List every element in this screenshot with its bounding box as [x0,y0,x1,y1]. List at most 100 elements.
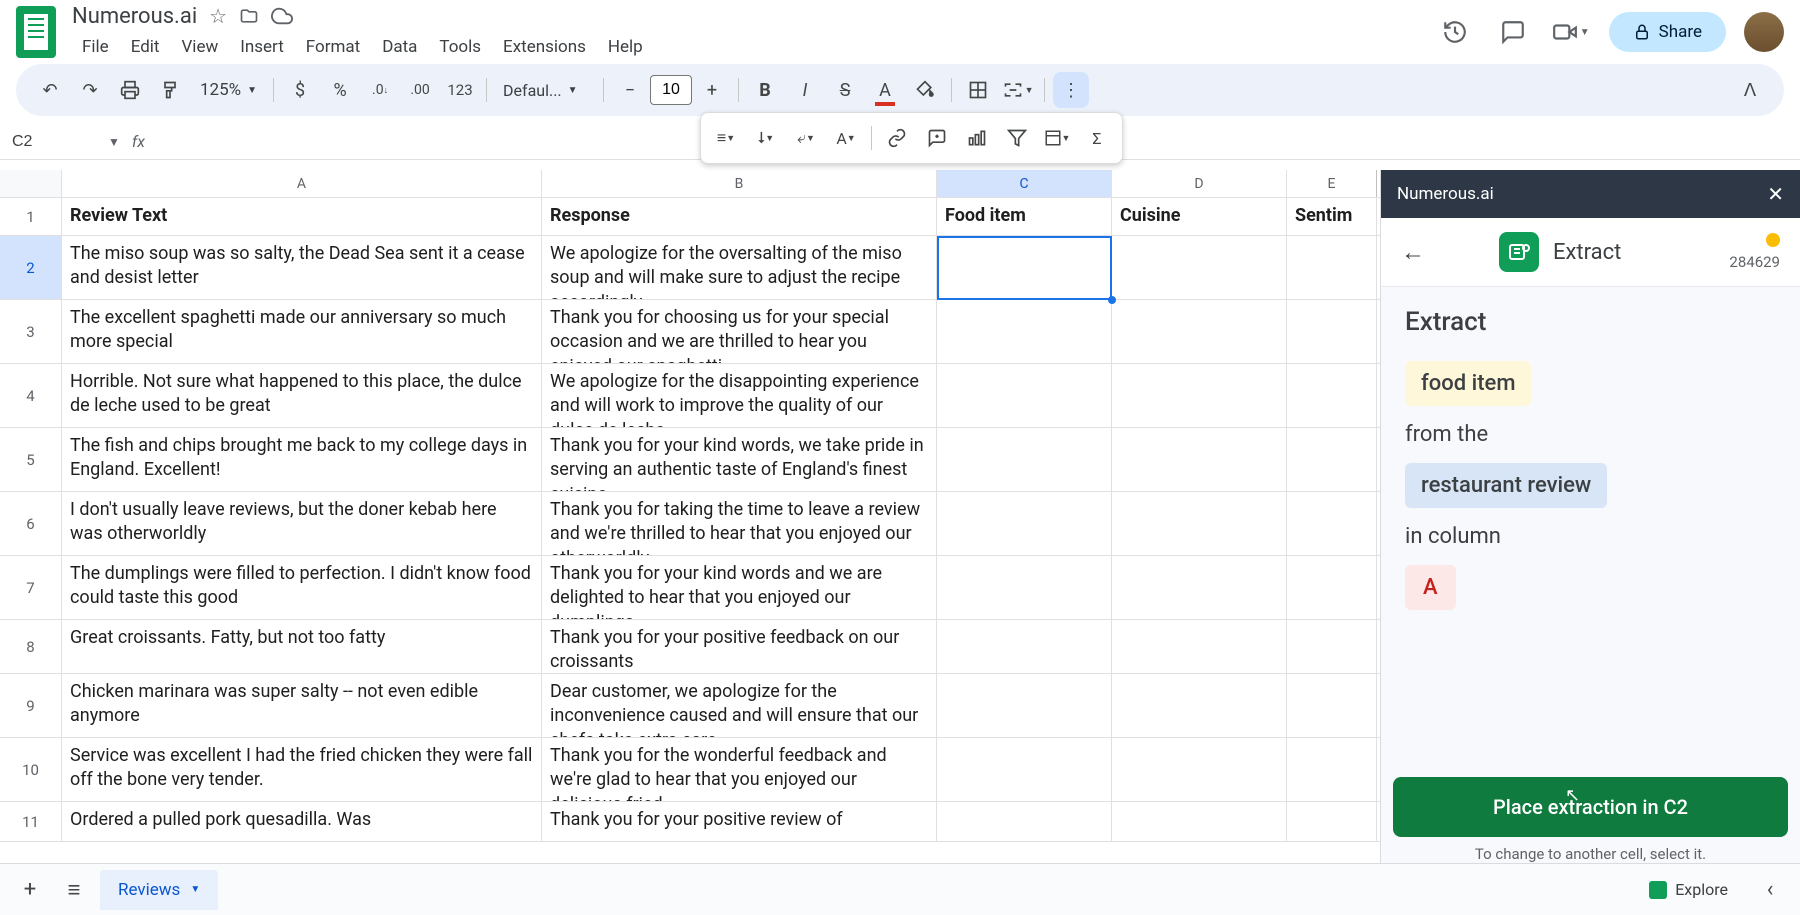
column-header-E[interactable]: E [1287,170,1377,197]
extract-target-chip[interactable]: food item [1405,361,1531,406]
cloud-status-icon[interactable] [271,5,293,27]
rotate-button[interactable]: A▼ [827,119,865,157]
menu-tools[interactable]: Tools [429,33,491,61]
cell-D4[interactable] [1112,364,1287,427]
column-header-B[interactable]: B [542,170,937,197]
cell-C4[interactable] [937,364,1112,427]
comments-icon[interactable] [1493,12,1533,52]
row-header-6[interactable]: 6 [0,492,62,555]
redo-button[interactable]: ↷ [72,72,108,108]
back-icon[interactable]: ← [1401,238,1425,267]
cell-E8[interactable] [1287,620,1377,673]
cell-E11[interactable] [1287,802,1377,841]
menu-edit[interactable]: Edit [121,33,170,61]
cell-B2[interactable]: We apologize for the oversalting of the … [542,236,937,299]
cell-A6[interactable]: I don't usually leave reviews, but the d… [62,492,542,555]
cell-A4[interactable]: Horrible. Not sure what happened to this… [62,364,542,427]
cell-C3[interactable] [937,300,1112,363]
filter-views-button[interactable]: ▼ [1038,119,1076,157]
cell-D5[interactable] [1112,428,1287,491]
print-button[interactable] [112,72,148,108]
cell-E9[interactable] [1287,674,1377,737]
font-select[interactable]: Defaul...▼ [495,81,595,100]
menu-extensions[interactable]: Extensions [493,33,596,61]
cell-E5[interactable] [1287,428,1377,491]
meet-icon[interactable]: ▼ [1551,12,1591,52]
halign-button[interactable]: ≡▼ [707,119,745,157]
user-avatar[interactable] [1744,12,1784,52]
menu-insert[interactable]: Insert [230,33,294,61]
decrease-fontsize-button[interactable]: − [612,72,648,108]
filter-button[interactable] [998,119,1036,157]
comment-button[interactable] [918,119,956,157]
cell-B1[interactable]: Response [542,198,937,235]
cell-A7[interactable]: The dumplings were filled to perfection.… [62,556,542,619]
menu-help[interactable]: Help [598,33,653,61]
row-header-10[interactable]: 10 [0,738,62,801]
menu-data[interactable]: Data [372,33,427,61]
percent-button[interactable]: % [322,72,358,108]
name-box-dropdown[interactable]: ▼ [108,135,120,149]
source-type-chip[interactable]: restaurant review [1405,463,1607,508]
cell-E7[interactable] [1287,556,1377,619]
explore-button[interactable]: Explore [1633,872,1744,907]
row-header-3[interactable]: 3 [0,300,62,363]
row-header-11[interactable]: 11 [0,802,62,841]
menu-file[interactable]: File [72,33,119,61]
paint-format-button[interactable] [152,72,188,108]
row-header-2[interactable]: 2 [0,236,62,299]
borders-button[interactable] [960,72,996,108]
row-header-7[interactable]: 7 [0,556,62,619]
collapse-toolbar-button[interactable]: ᐱ [1732,72,1768,108]
cell-C7[interactable] [937,556,1112,619]
side-panel-toggle[interactable]: ‹ [1752,872,1788,908]
strikethrough-button[interactable]: S [827,72,863,108]
text-color-button[interactable]: A [867,72,903,108]
chart-button[interactable] [958,119,996,157]
fill-color-button[interactable] [907,72,943,108]
decrease-decimal-button[interactable]: .0↓ [362,72,398,108]
row-header-5[interactable]: 5 [0,428,62,491]
column-header-A[interactable]: A [62,170,542,197]
history-icon[interactable] [1435,12,1475,52]
cell-A11[interactable]: Ordered a pulled pork quesadilla. Was [62,802,542,841]
menu-view[interactable]: View [171,33,228,61]
row-header-1[interactable]: 1 [0,198,62,235]
cell-E10[interactable] [1287,738,1377,801]
cell-B5[interactable]: Thank you for your kind words, we take p… [542,428,937,491]
name-box[interactable] [8,129,108,155]
cell-B3[interactable]: Thank you for choosing us for your speci… [542,300,937,363]
link-button[interactable] [878,119,916,157]
cell-A2[interactable]: The miso soup was so salty, the Dead Sea… [62,236,542,299]
currency-button[interactable]: $ [282,72,318,108]
row-header-4[interactable]: 4 [0,364,62,427]
functions-button[interactable]: Σ [1078,119,1116,157]
cell-C10[interactable] [937,738,1112,801]
cell-B11[interactable]: Thank you for your positive review of [542,802,937,841]
cell-E3[interactable] [1287,300,1377,363]
cell-C11[interactable] [937,802,1112,841]
undo-button[interactable]: ↶ [32,72,68,108]
cell-E1[interactable]: Sentim [1287,198,1377,235]
star-icon[interactable]: ☆ [209,4,227,28]
cell-B10[interactable]: Thank you for the wonderful feedback and… [542,738,937,801]
cell-C5[interactable] [937,428,1112,491]
column-chip[interactable]: A [1405,565,1456,610]
cell-A1[interactable]: Review Text [62,198,542,235]
cell-C9[interactable] [937,674,1112,737]
cell-D2[interactable] [1112,236,1287,299]
increase-decimal-button[interactable]: .00 [402,72,438,108]
cell-B7[interactable]: Thank you for your kind words and we are… [542,556,937,619]
cell-D7[interactable] [1112,556,1287,619]
cell-C1[interactable]: Food item [937,198,1112,235]
column-header-D[interactable]: D [1112,170,1287,197]
cell-A3[interactable]: The excellent spaghetti made our anniver… [62,300,542,363]
bold-button[interactable]: B [747,72,783,108]
more-toolbar-button[interactable]: ⋮ [1053,72,1089,108]
all-sheets-button[interactable]: ≡ [56,872,92,908]
place-extraction-button[interactable]: Place extraction in C2 ↖ [1393,777,1788,837]
increase-fontsize-button[interactable]: + [694,72,730,108]
cell-E2[interactable] [1287,236,1377,299]
cell-A9[interactable]: Chicken marinara was super salty -- not … [62,674,542,737]
cell-B6[interactable]: Thank you for taking the time to leave a… [542,492,937,555]
